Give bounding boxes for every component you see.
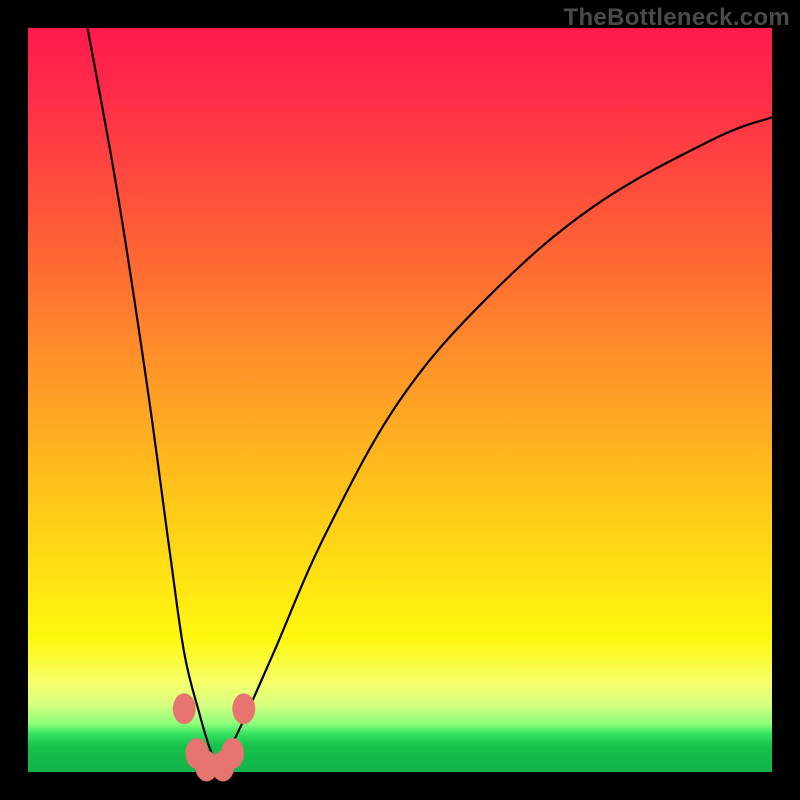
marker-dot [232,693,255,724]
curve-layer [28,28,772,772]
bottleneck-curve [88,28,772,765]
plot-area [28,28,772,772]
curve-right-branch [218,117,772,764]
marker-dot [211,751,234,782]
bottom-markers [173,693,255,781]
marker-dot [173,693,196,724]
curve-left-branch [88,28,218,765]
chart-frame: TheBottleneck.com [0,0,800,800]
